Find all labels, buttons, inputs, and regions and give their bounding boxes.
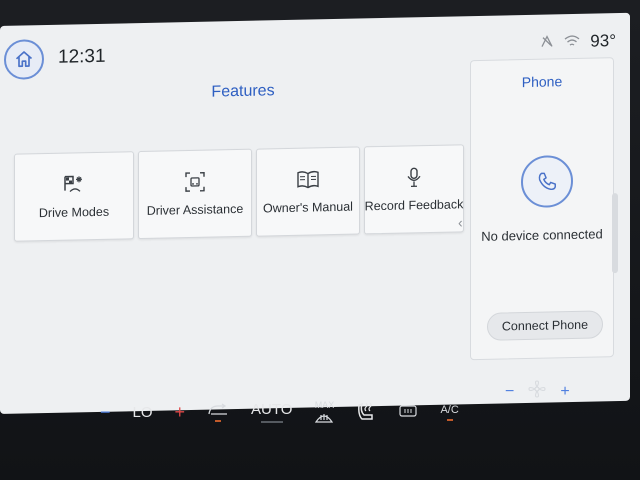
rear-defrost-button[interactable]	[398, 404, 418, 420]
cellular-off-icon	[540, 34, 554, 51]
tile-record-feedback[interactable]: Record Feedback	[364, 144, 464, 235]
tile-label: Driver Assistance	[146, 201, 244, 218]
indicator	[215, 419, 222, 422]
phone-status: No device connected	[481, 226, 603, 244]
tile-drive-modes[interactable]: Drive Modes	[14, 151, 134, 242]
collapse-panel-chevron-icon[interactable]: ‹	[458, 214, 463, 230]
screen: 12:31 93° Features Drive Modes Driver As…	[0, 12, 630, 415]
indicator	[260, 421, 283, 423]
features-title: Features	[211, 82, 275, 101]
max-label: MAX	[314, 400, 335, 410]
tile-label: Owner's Manual	[263, 199, 353, 216]
fan-controls: − +	[505, 380, 570, 403]
auto-button[interactable]: AUTO	[251, 401, 292, 423]
climate-controls: − LO + AUTO MAX A/C	[100, 400, 459, 424]
tile-owners-manual[interactable]: Owner's Manual	[256, 146, 360, 237]
fan-icon	[528, 380, 546, 403]
clock: 12:31	[58, 45, 106, 68]
connect-phone-button[interactable]: Connect Phone	[487, 310, 603, 341]
phone-panel: Phone No device connected Connect Phone	[470, 57, 614, 361]
driver-assistance-icon	[184, 171, 206, 193]
phone-title: Phone	[521, 73, 563, 91]
ac-button[interactable]: A/C	[440, 403, 459, 421]
max-defrost-button[interactable]: MAX	[314, 400, 334, 424]
indicator	[446, 418, 453, 421]
status-area: 93°	[540, 31, 616, 53]
wifi-icon	[564, 33, 580, 50]
fan-increase-button[interactable]: +	[560, 383, 569, 401]
tile-driver-assistance[interactable]: Driver Assistance	[138, 148, 252, 240]
phone-icon-button[interactable]	[521, 154, 573, 209]
owners-manual-icon	[296, 168, 320, 191]
temp-increase-button[interactable]: +	[175, 402, 186, 423]
home-icon	[15, 51, 33, 68]
home-button[interactable]	[4, 39, 44, 80]
phone-icon	[538, 172, 556, 191]
fan-decrease-button[interactable]: −	[505, 383, 514, 401]
tile-label: Drive Modes	[38, 204, 110, 221]
temp-decrease-button[interactable]: −	[100, 402, 111, 423]
outside-temperature: 93°	[590, 31, 616, 51]
recirculation-icon	[208, 402, 228, 415]
drive-modes-icon	[62, 173, 86, 196]
auto-label: AUTO	[251, 401, 293, 418]
tile-label: Record Feedback	[364, 197, 464, 214]
heated-seat-icon	[358, 402, 374, 420]
defrost-icon	[315, 414, 334, 423]
temp-setting: LO	[132, 403, 153, 421]
rear-defrost-icon	[399, 405, 418, 417]
recirculation-button[interactable]	[207, 402, 229, 422]
ac-label: A/C	[440, 403, 459, 416]
volume-slider[interactable]	[612, 193, 618, 274]
microphone-icon	[406, 166, 422, 188]
climate-bar: − LO + AUTO MAX A/C − +	[0, 380, 640, 480]
heated-seat-button[interactable]	[356, 401, 376, 423]
feature-tiles: Drive Modes Driver Assistance Owner's Ma…	[14, 144, 464, 242]
